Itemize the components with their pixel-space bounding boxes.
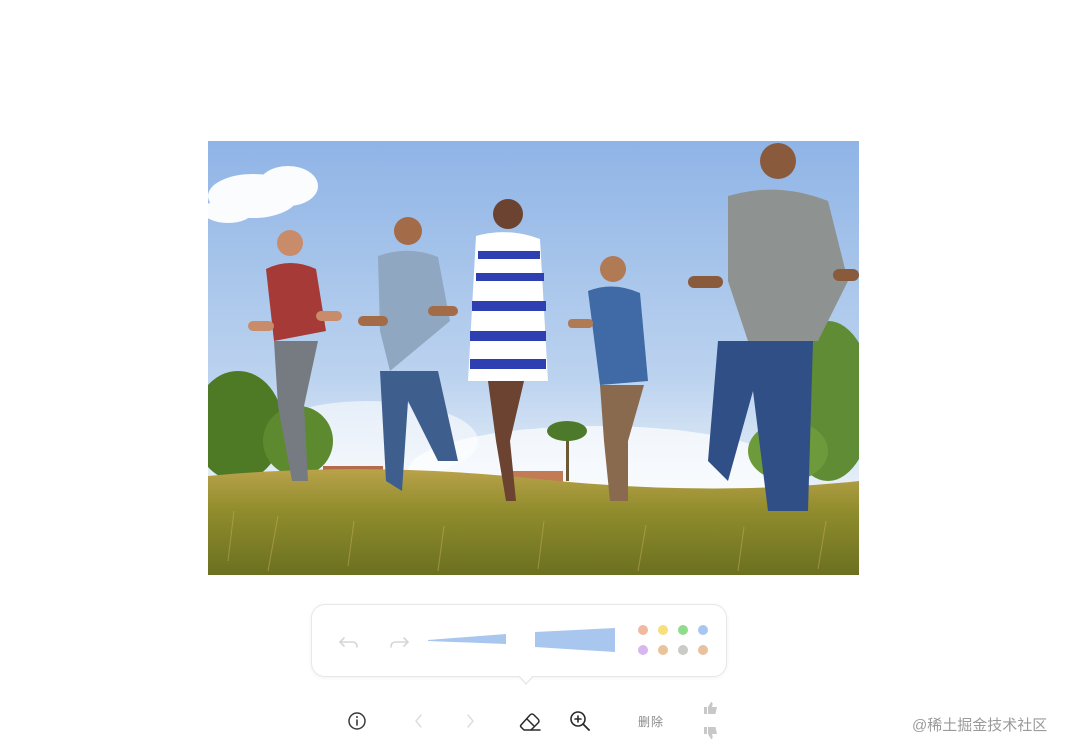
zoom-in-icon[interactable]: [568, 709, 592, 733]
color-swatch[interactable]: [638, 645, 648, 655]
color-swatch[interactable]: [658, 645, 668, 655]
app-stage: 删除 @稀土掘金技术社区: [0, 0, 1080, 754]
eraser-icon[interactable]: [518, 710, 542, 732]
redo-icon[interactable]: [388, 631, 410, 653]
color-swatch[interactable]: [698, 625, 708, 635]
panel-pointer: [518, 675, 534, 685]
brush-settings-panel: [311, 604, 727, 677]
color-swatch[interactable]: [698, 645, 708, 655]
undo-icon[interactable]: [338, 631, 360, 653]
thumbs-up-icon[interactable]: [703, 700, 719, 716]
chevron-left-icon[interactable]: [410, 712, 428, 730]
thumbs-down-icon[interactable]: [703, 725, 719, 741]
watermark-text: @稀土掘金技术社区: [912, 717, 1048, 734]
color-swatch[interactable]: [678, 625, 688, 635]
photo-canvas[interactable]: [208, 141, 859, 575]
chevron-right-icon[interactable]: [461, 712, 479, 730]
delete-button[interactable]: 删除: [638, 713, 664, 730]
color-palette: [638, 625, 718, 659]
info-icon[interactable]: [346, 710, 368, 732]
color-swatch[interactable]: [658, 625, 668, 635]
brush-size-large[interactable]: [535, 627, 615, 653]
color-swatch[interactable]: [638, 625, 648, 635]
color-swatch[interactable]: [678, 645, 688, 655]
brush-size-small[interactable]: [428, 631, 506, 647]
group-running-photo: [208, 141, 859, 575]
